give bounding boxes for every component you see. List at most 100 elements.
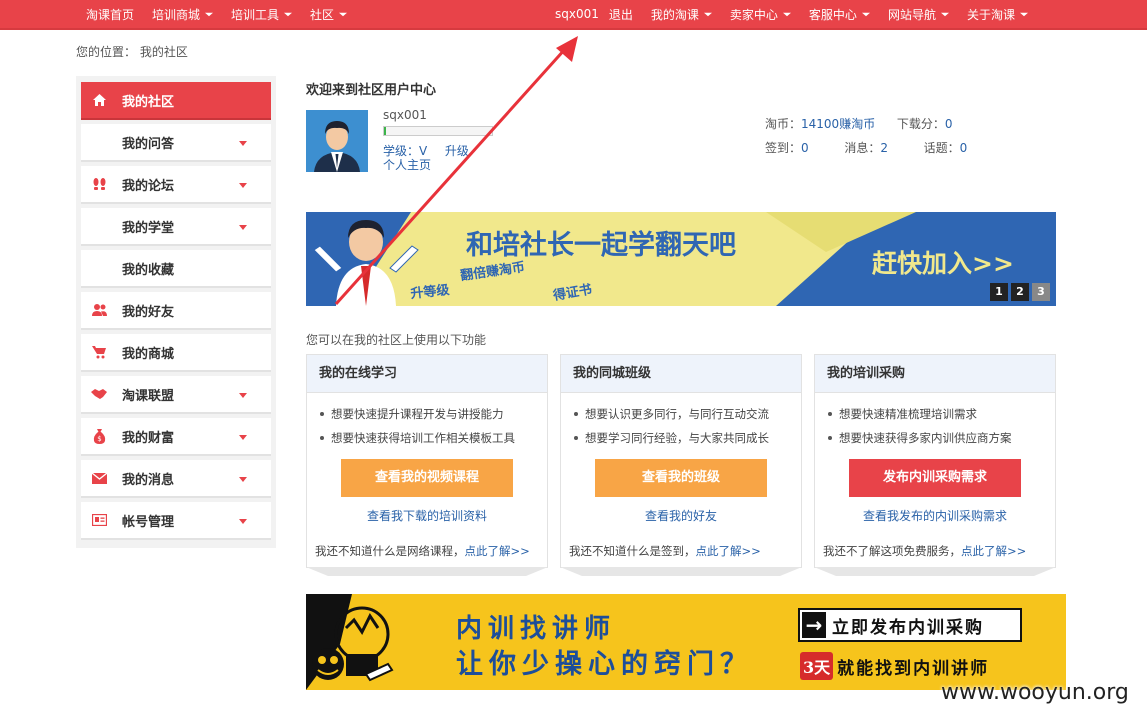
card-footnote-text: 我还不知道什么是网络课程， <box>315 544 465 558</box>
coin-label: 淘币： <box>765 117 802 131</box>
publish-procurement-cta-label: 立即发布内训采购 <box>832 617 984 638</box>
stats-row-1: 淘币：14100赚淘币 下载分：0 <box>765 112 967 136</box>
sidebar: 我的社区 我的问答 我的论坛 我的学堂 我的收藏 我的好友 我的商城 淘课联盟 … <box>76 76 276 548</box>
sidebar-item-my-favorites[interactable]: 我的收藏 <box>81 250 271 288</box>
chevron-down-icon[interactable] <box>239 183 247 188</box>
handshake-icon <box>91 386 107 402</box>
nav-training-tools[interactable]: 培训工具 <box>231 6 293 23</box>
learn-more-link[interactable]: 点此了解>> <box>465 544 530 558</box>
sidebar-item-my-qa[interactable]: 我的问答 <box>81 124 271 162</box>
sidebar-item-label: 我的论坛 <box>122 178 175 194</box>
nav-username[interactable]: sqx001 <box>555 7 599 21</box>
topic-label: 话题： <box>923 141 960 155</box>
nav-community[interactable]: 社区 <box>310 6 348 23</box>
card-footnote: 我还不知道什么是网络课程，点此了解>> <box>315 543 530 559</box>
upgrade-link[interactable]: 升级 <box>445 144 469 158</box>
nav-seller-center[interactable]: 卖家中心 <box>730 6 791 23</box>
friends-icon <box>91 302 107 318</box>
nav-about[interactable]: 关于淘课 <box>967 6 1028 23</box>
card-title: 我的同城班级 <box>561 355 801 393</box>
view-my-class-button[interactable]: 查看我的班级 <box>595 459 767 497</box>
card-title: 我的培训采购 <box>815 355 1055 393</box>
sidebar-item-account-management[interactable]: 帐号管理 <box>81 502 271 540</box>
nav-site-map[interactable]: 网站导航 <box>888 6 949 23</box>
chevron-down-icon[interactable] <box>239 435 247 440</box>
top-nav-left: 淘课首页 培训商城 培训工具 社区 <box>86 0 365 28</box>
chevron-down-icon <box>940 12 949 16</box>
sidebar-item-label: 我的收藏 <box>122 262 175 278</box>
nav-my-taoke-label: 我的淘课 <box>650 7 699 22</box>
logout-link[interactable]: 退出 <box>609 6 633 23</box>
chevron-down-icon[interactable] <box>239 477 247 482</box>
nav-service-center[interactable]: 客服中心 <box>809 6 870 23</box>
logout-label: 退出 <box>608 7 633 22</box>
nav-home[interactable]: 淘课首页 <box>86 6 134 23</box>
level-progress-fill <box>384 127 387 135</box>
publish-procurement-button[interactable]: 发布内训采购需求 <box>849 459 1021 497</box>
banner-page-3[interactable]: 3 <box>1032 283 1050 301</box>
view-video-courses-button[interactable]: 查看我的视频课程 <box>341 459 513 497</box>
sidebar-item-taoke-alliance[interactable]: 淘课联盟 <box>81 376 271 414</box>
sidebar-item-label: 我的学堂 <box>122 220 175 236</box>
view-my-friends-link[interactable]: 查看我的好友 <box>561 507 801 524</box>
money-bag-icon: $ <box>91 428 107 444</box>
user-stats: 淘币：14100赚淘币 下载分：0 签到：0 消息：2 话题：0 <box>765 112 967 160</box>
sidebar-icon-placeholder <box>91 260 107 276</box>
envelope-icon <box>91 470 107 486</box>
banner-page-1[interactable]: 1 <box>990 283 1008 301</box>
view-my-procurement-link[interactable]: 查看我发布的内训采购需求 <box>815 507 1055 524</box>
sidebar-item-label: 我的财富 <box>122 430 175 446</box>
card-bullet: 想要快速精准梳理培训需求 <box>827 402 1055 426</box>
card-shadow <box>814 567 1056 576</box>
home-icon <box>91 92 107 108</box>
sidebar-item-my-school[interactable]: 我的学堂 <box>81 208 271 246</box>
learn-more-link[interactable]: 点此了解>> <box>961 544 1026 558</box>
homepage-link[interactable]: 个人主页 <box>383 156 431 173</box>
chevron-down-icon[interactable] <box>239 141 247 146</box>
message-value[interactable]: 2 <box>880 141 888 155</box>
nav-my-taoke[interactable]: 我的淘课 <box>651 6 712 23</box>
nav-training-mall[interactable]: 培训商城 <box>152 6 214 23</box>
avatar[interactable] <box>306 110 368 172</box>
nav-home-label: 淘课首页 <box>86 7 135 22</box>
topic-value[interactable]: 0 <box>960 141 968 155</box>
top-navigation-bar: 淘课首页 培训商城 培训工具 社区 sqx001 退出 我的淘课 卖家中心 客服… <box>0 0 1147 30</box>
bottom-ad-banner[interactable]: 内训找讲师 让你少操心的窍门？ → 立即发布内训采购 3天 就能找到内训讲师 <box>306 594 1066 690</box>
profile-username: sqx001 <box>383 108 427 122</box>
sidebar-item-label: 帐号管理 <box>122 514 175 530</box>
bottom-banner-line1: 内训找讲师 <box>456 614 617 644</box>
sidebar-icon-placeholder <box>91 218 107 234</box>
promo-banner-art: 升等级 翻倍赚淘币 得证书 和培社长一起学翻天吧 赶快加入>> <box>306 212 1056 306</box>
card-bullets: 想要快速精准梳理培训需求 想要快速获得多家内训供应商方案 <box>815 393 1055 450</box>
signin-value[interactable]: 0 <box>801 141 809 155</box>
chevron-down-icon[interactable] <box>239 519 247 524</box>
chevron-down-icon[interactable] <box>239 225 247 230</box>
nav-username-label: sqx001 <box>555 7 599 21</box>
sidebar-item-label: 我的好友 <box>122 304 175 320</box>
download-value: 0 <box>944 117 953 131</box>
card-local-class: 我的同城班级 想要认识更多同行，与同行互动交流 想要学习同行经验，与大家共同成长… <box>560 354 802 576</box>
publish-procurement-cta[interactable]: → 立即发布内训采购 <box>798 608 1022 642</box>
chevron-down-icon <box>205 12 214 16</box>
card-bullet: 想要快速获得多家内训供应商方案 <box>827 426 1055 450</box>
breadcrumb-prefix: 您的位置： <box>76 45 137 59</box>
view-downloaded-materials-link[interactable]: 查看我下载的培训资料 <box>307 507 547 524</box>
sidebar-item-my-wealth[interactable]: $ 我的财富 <box>81 418 271 456</box>
sidebar-item-my-community[interactable]: 我的社区 <box>81 82 271 120</box>
breadcrumb: 您的位置： 我的社区 <box>76 43 188 60</box>
sidebar-item-my-mall[interactable]: 我的商城 <box>81 334 271 372</box>
chevron-down-icon <box>339 12 348 16</box>
card-footnote-text: 我还不知道什么是签到， <box>569 544 696 558</box>
chevron-down-icon[interactable] <box>239 393 247 398</box>
svg-text:$: $ <box>97 435 101 443</box>
learn-more-link[interactable]: 点此了解>> <box>696 544 761 558</box>
lightbulb-character-icon <box>306 594 394 690</box>
promo-banner[interactable]: 升等级 翻倍赚淘币 得证书 和培社长一起学翻天吧 赶快加入>> 1 2 3 <box>306 212 1056 306</box>
earn-coin-link[interactable]: 赚淘币 <box>839 117 875 131</box>
sidebar-item-my-forum[interactable]: 我的论坛 <box>81 166 271 204</box>
banner-page-2[interactable]: 2 <box>1011 283 1029 301</box>
sidebar-item-my-messages[interactable]: 我的消息 <box>81 460 271 498</box>
footprints-icon <box>91 176 107 192</box>
sidebar-item-my-friends[interactable]: 我的好友 <box>81 292 271 330</box>
breadcrumb-current[interactable]: 我的社区 <box>140 45 188 59</box>
